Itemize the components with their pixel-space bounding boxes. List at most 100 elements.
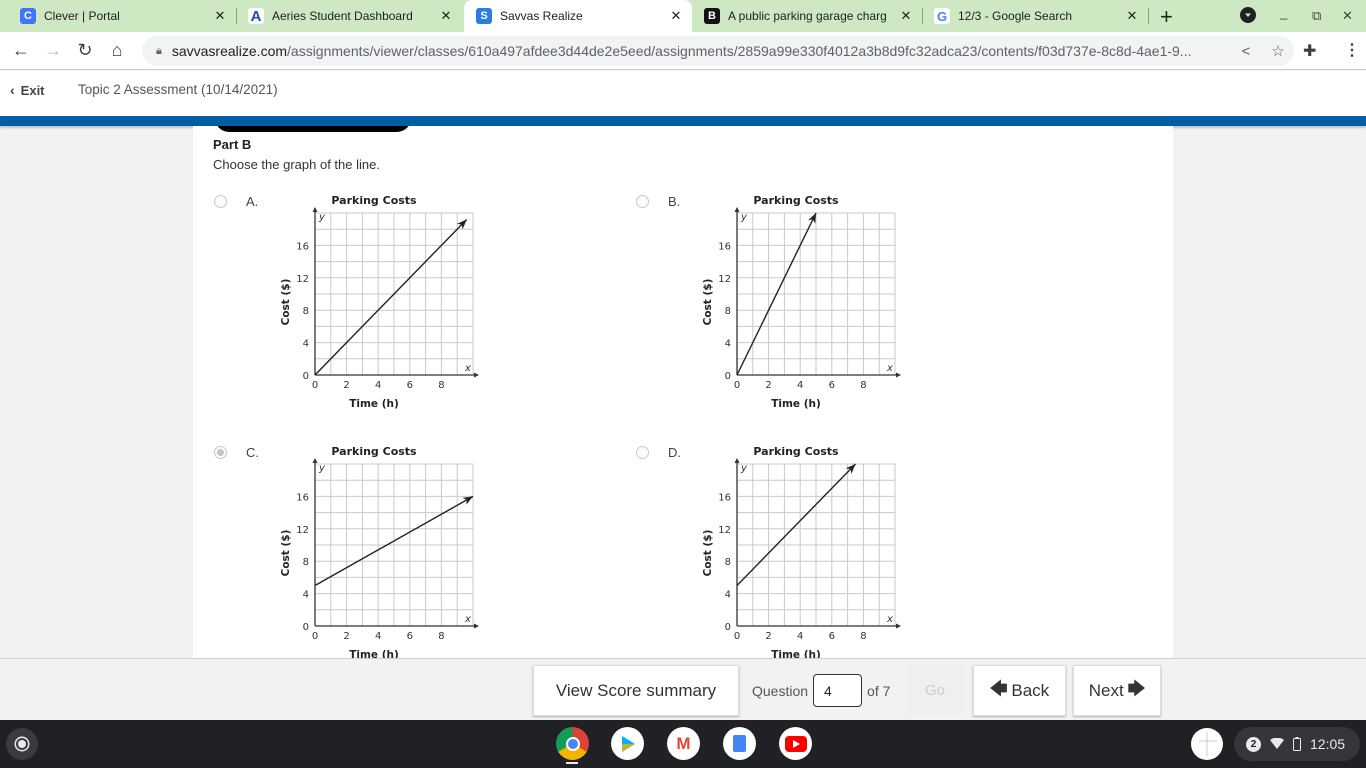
option-a-graph: Parking Costs y x 0 2 4 6 8 0 4 8 12 16 Time (h) Cost …: [280, 194, 479, 410]
y-axis-arrow: [734, 458, 740, 463]
option-d-radio[interactable]: [636, 446, 649, 459]
option-c-graph: Parking Costs y x 0 2 4 6 8 0 4 8 12 16 Time (h) Cost …: [280, 445, 479, 658]
question-prompt: Choose the graph of the line.: [213, 157, 380, 172]
y-tick-label: 0: [303, 371, 309, 382]
question-number-input[interactable]: [813, 674, 863, 707]
reload-icon[interactable]: ↻: [74, 40, 96, 60]
header-accent-bar: [0, 116, 1366, 126]
menu-kebab-icon[interactable]: ⋮: [1344, 40, 1360, 60]
extensions-puzzle-icon[interactable]: ✚: [1303, 41, 1316, 61]
x-tick-label: 2: [765, 631, 771, 642]
tab-title: A public parking garage charg: [728, 9, 887, 23]
aeries-icon: A: [248, 8, 264, 25]
y-tick-label: 4: [303, 339, 309, 350]
x-axis-label: Time (h): [771, 398, 821, 410]
y-tick-label: 4: [725, 590, 731, 601]
x-axis-arrow: [474, 372, 479, 378]
close-icon[interactable]: ✕: [898, 8, 914, 24]
option-d-graph: Parking Costs y x 0 2 4 6 8 0 4 8 12 16 Time (h) Cost …: [702, 445, 901, 658]
back-button[interactable]: 🡄 Back: [973, 665, 1066, 716]
status-tray[interactable]: 2 12:05: [1234, 727, 1360, 761]
y-axis-variable: y: [318, 212, 326, 223]
gmail-icon[interactable]: M: [667, 727, 700, 760]
wifi-icon: [1270, 738, 1284, 749]
tab-aeries[interactable]: A Aeries Student Dashboard ✕: [240, 0, 462, 32]
restore-icon[interactable]: ⧉: [1312, 8, 1321, 24]
x-axis-label: Time (h): [349, 398, 399, 410]
google-docs-icon[interactable]: [723, 727, 756, 760]
tab-savvas-realize[interactable]: S Savvas Realize ✕: [464, 0, 692, 32]
back-arrow-icon[interactable]: ←: [10, 40, 32, 60]
tab-separator: [922, 8, 923, 24]
y-tick-label: 12: [718, 274, 731, 285]
part-label: Part B: [213, 137, 252, 152]
y-tick-label: 0: [303, 622, 309, 633]
close-icon[interactable]: ✕: [1124, 8, 1140, 24]
forward-arrow-icon[interactable]: →: [42, 40, 64, 60]
window-close-icon[interactable]: ✕: [1342, 8, 1353, 24]
x-tick-label: 4: [797, 380, 803, 391]
close-icon[interactable]: ✕: [212, 8, 228, 24]
y-tick-label: 8: [303, 557, 309, 568]
new-tab-button[interactable]: +: [1160, 4, 1173, 30]
y-tick-label: 16: [296, 492, 309, 503]
arrow-right-icon: 🡆: [1127, 679, 1146, 698]
chart-title: Parking Costs: [753, 194, 839, 207]
view-score-summary-button[interactable]: View Score summary: [533, 665, 739, 716]
x-tick-label: 0: [734, 380, 740, 391]
savvas-icon: S: [476, 8, 492, 24]
tab-title: Savvas Realize: [500, 9, 583, 23]
tab-title: 12/3 - Google Search: [958, 9, 1073, 23]
next-button[interactable]: Next 🡆: [1073, 665, 1161, 716]
minimize-icon[interactable]: _: [1280, 5, 1287, 20]
x-tick-label: 4: [797, 631, 803, 642]
y-axis-variable: y: [318, 463, 326, 474]
x-axis-variable: x: [886, 363, 893, 374]
youtube-icon[interactable]: [779, 727, 812, 760]
tab-separator: [236, 8, 237, 24]
share-icon[interactable]: <: [1230, 43, 1262, 60]
y-tick-label: 16: [718, 492, 731, 503]
x-axis-arrow: [474, 623, 479, 629]
x-tick-label: 6: [829, 380, 835, 391]
question-nav-bar: View Score summary Question of 7 Go 🡄 Ba…: [0, 658, 1366, 720]
y-tick-label: 8: [725, 306, 731, 317]
close-icon[interactable]: ✕: [438, 8, 454, 24]
y-axis-label: Cost ($): [280, 279, 292, 326]
x-tick-label: 6: [407, 380, 413, 391]
tab-clever[interactable]: C Clever | Portal ✕: [12, 0, 236, 32]
google-icon: G: [934, 8, 950, 24]
bookmark-star-icon[interactable]: ☆: [1262, 42, 1294, 60]
arrow-left-icon: 🡄: [989, 679, 1008, 698]
x-tick-label: 4: [375, 631, 381, 642]
clock-time: 12:05: [1310, 736, 1346, 752]
chrome-icon[interactable]: [556, 727, 589, 760]
option-c-radio[interactable]: [214, 446, 227, 459]
url-text: savvasrealize.com/assignments/viewer/cla…: [171, 43, 1192, 59]
user-avatar[interactable]: [1191, 728, 1223, 760]
tab-google-search[interactable]: G 12/3 - Google Search ✕: [926, 0, 1148, 32]
address-bar[interactable]: 🔒︎ savvasrealize.com/assignments/viewer/…: [142, 36, 1294, 66]
exit-button[interactable]: ‹ Exit: [10, 82, 45, 98]
tab-brainly[interactable]: B A public parking garage charg ✕: [696, 0, 922, 32]
tab-search-icon[interactable]: [1240, 7, 1256, 23]
x-axis-label: Time (h): [771, 649, 821, 658]
tab-strip: C Clever | Portal ✕ A Aeries Student Das…: [0, 0, 1366, 32]
question-panel: Part B Choose the graph of the line. A. …: [193, 126, 1173, 658]
close-icon[interactable]: ✕: [668, 8, 684, 24]
y-tick-label: 8: [725, 557, 731, 568]
y-tick-label: 16: [296, 241, 309, 252]
option-b-letter: B.: [668, 194, 681, 209]
go-button[interactable]: Go: [907, 665, 963, 716]
x-tick-label: 6: [829, 631, 835, 642]
x-axis-variable: x: [464, 614, 471, 625]
app-header: ‹ Exit Topic 2 Assessment (10/14/2021): [0, 71, 1366, 116]
x-tick-label: 6: [407, 631, 413, 642]
home-icon[interactable]: ⌂: [106, 40, 128, 60]
option-b-radio[interactable]: [636, 195, 649, 208]
y-axis-label: Cost ($): [280, 530, 292, 577]
play-store-icon[interactable]: [611, 727, 644, 760]
browser-toolbar: ← → ↻ ⌂ 🔒︎ savvasrealize.com/assignments…: [0, 32, 1366, 70]
launcher-button[interactable]: [6, 728, 38, 760]
option-a-radio[interactable]: [214, 195, 227, 208]
